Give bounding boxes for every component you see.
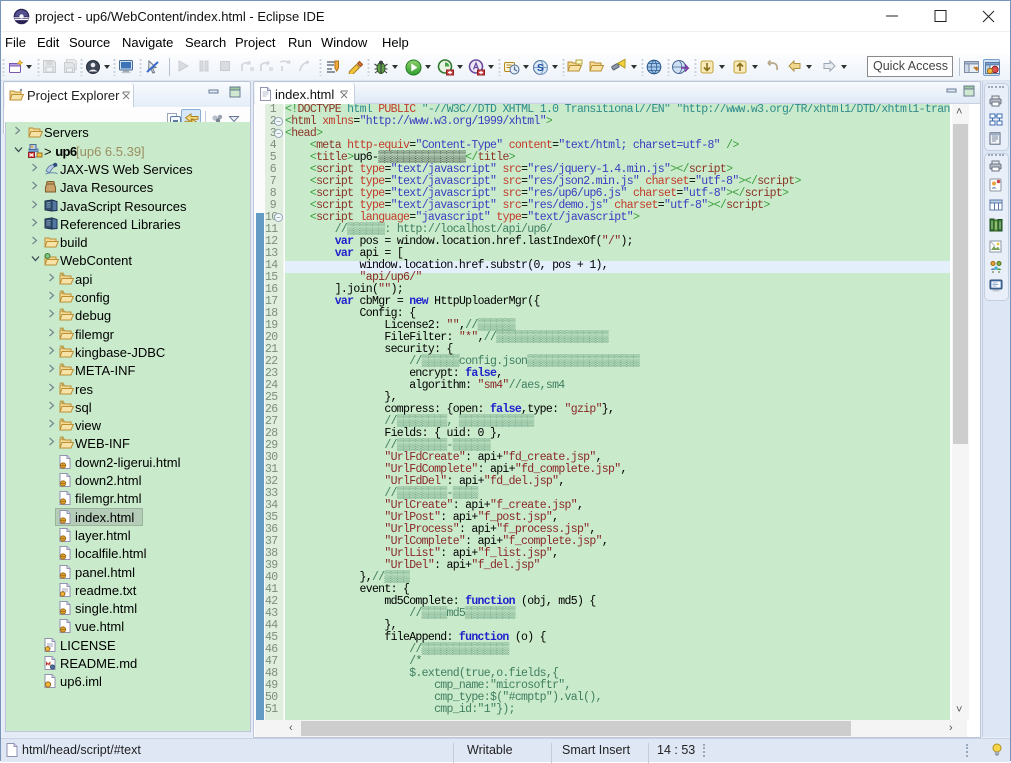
svg-text:S: S	[537, 63, 544, 74]
